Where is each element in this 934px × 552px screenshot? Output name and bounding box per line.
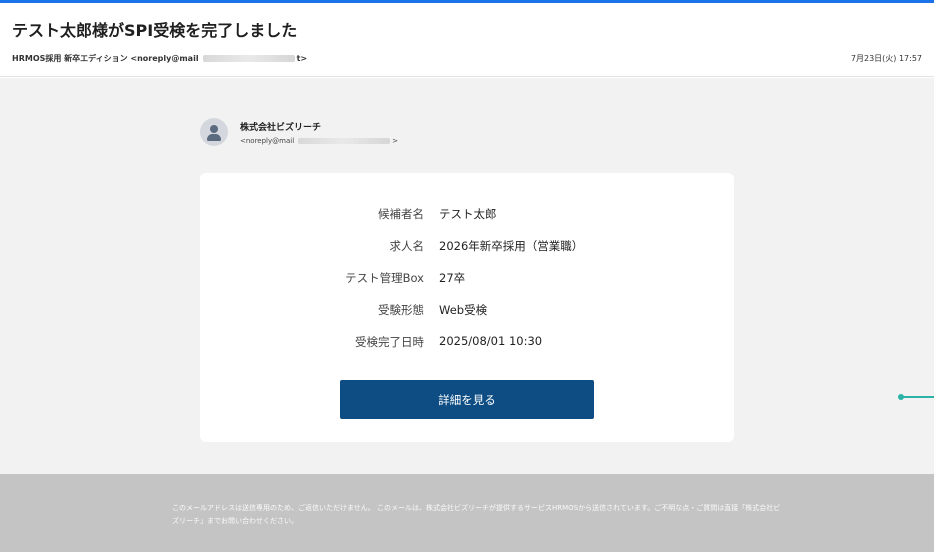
detail-row-test-box: テスト管理Box 27卒 — [200, 270, 734, 288]
email-footer: このメールアドレスは送信専用のため、ご返信いただけません。 このメールは、株式会… — [0, 474, 934, 552]
detail-label: 求人名 — [389, 239, 425, 253]
detail-row-exam-type: 受験形態 Web受検 — [200, 302, 734, 320]
email-subject: テスト太郎様がSPI受検を完了しました — [12, 21, 298, 40]
detail-row-candidate: 候補者名 テスト太郎 — [200, 206, 734, 224]
detail-label: 候補者名 — [378, 207, 424, 221]
view-details-button[interactable]: 詳細を見る — [340, 380, 594, 419]
email-from[interactable]: HRMOS採用 新卒エディション <noreply@mail t> — [12, 53, 307, 64]
sender-company: 株式会社ビズリーチ — [240, 122, 322, 133]
from-suffix: t> — [296, 54, 308, 63]
redacted-block — [202, 55, 295, 62]
detail-value: Web受検 — [439, 303, 488, 317]
email-body: 株式会社ビズリーチ <noreply@mail > 候補者名 テスト太郎 求人名… — [0, 78, 934, 474]
sender-email-prefix: <noreply@mail — [240, 136, 295, 145]
redacted-block — [298, 137, 391, 144]
details-card: 候補者名 テスト太郎 求人名 2026年新卒採用（営業職） テスト管理Box 2… — [200, 173, 734, 442]
sender-email: <noreply@mail > — [240, 137, 398, 145]
detail-value: 2025/08/01 10:30 — [439, 334, 543, 348]
detail-label: テスト管理Box — [345, 271, 424, 285]
detail-value: テスト太郎 — [439, 207, 497, 221]
from-prefix: HRMOS採用 新卒エディション <noreply@mail — [12, 54, 199, 63]
detail-value: 2026年新卒採用（営業職） — [439, 239, 584, 253]
email-header: テスト太郎様がSPI受検を完了しました HRMOS採用 新卒エディション <no… — [0, 3, 934, 77]
footer-notice: このメールアドレスは送信専用のため、ご返信いただけません。 このメールは、株式会… — [172, 504, 781, 525]
detail-value: 27卒 — [439, 271, 466, 285]
detail-row-job: 求人名 2026年新卒採用（営業職） — [200, 238, 734, 256]
email-date: 7月23日(火) 17:57 — [850, 54, 922, 63]
detail-label: 受験形態 — [378, 303, 424, 317]
detail-label: 受検完了日時 — [355, 335, 424, 349]
sender-block: 株式会社ビズリーチ <noreply@mail > — [200, 118, 398, 146]
person-icon — [200, 118, 228, 146]
sender-email-suffix: > — [392, 136, 399, 145]
connector-handle-icon — [898, 394, 934, 400]
detail-row-completed-at: 受検完了日時 2025/08/01 10:30 — [200, 334, 734, 352]
